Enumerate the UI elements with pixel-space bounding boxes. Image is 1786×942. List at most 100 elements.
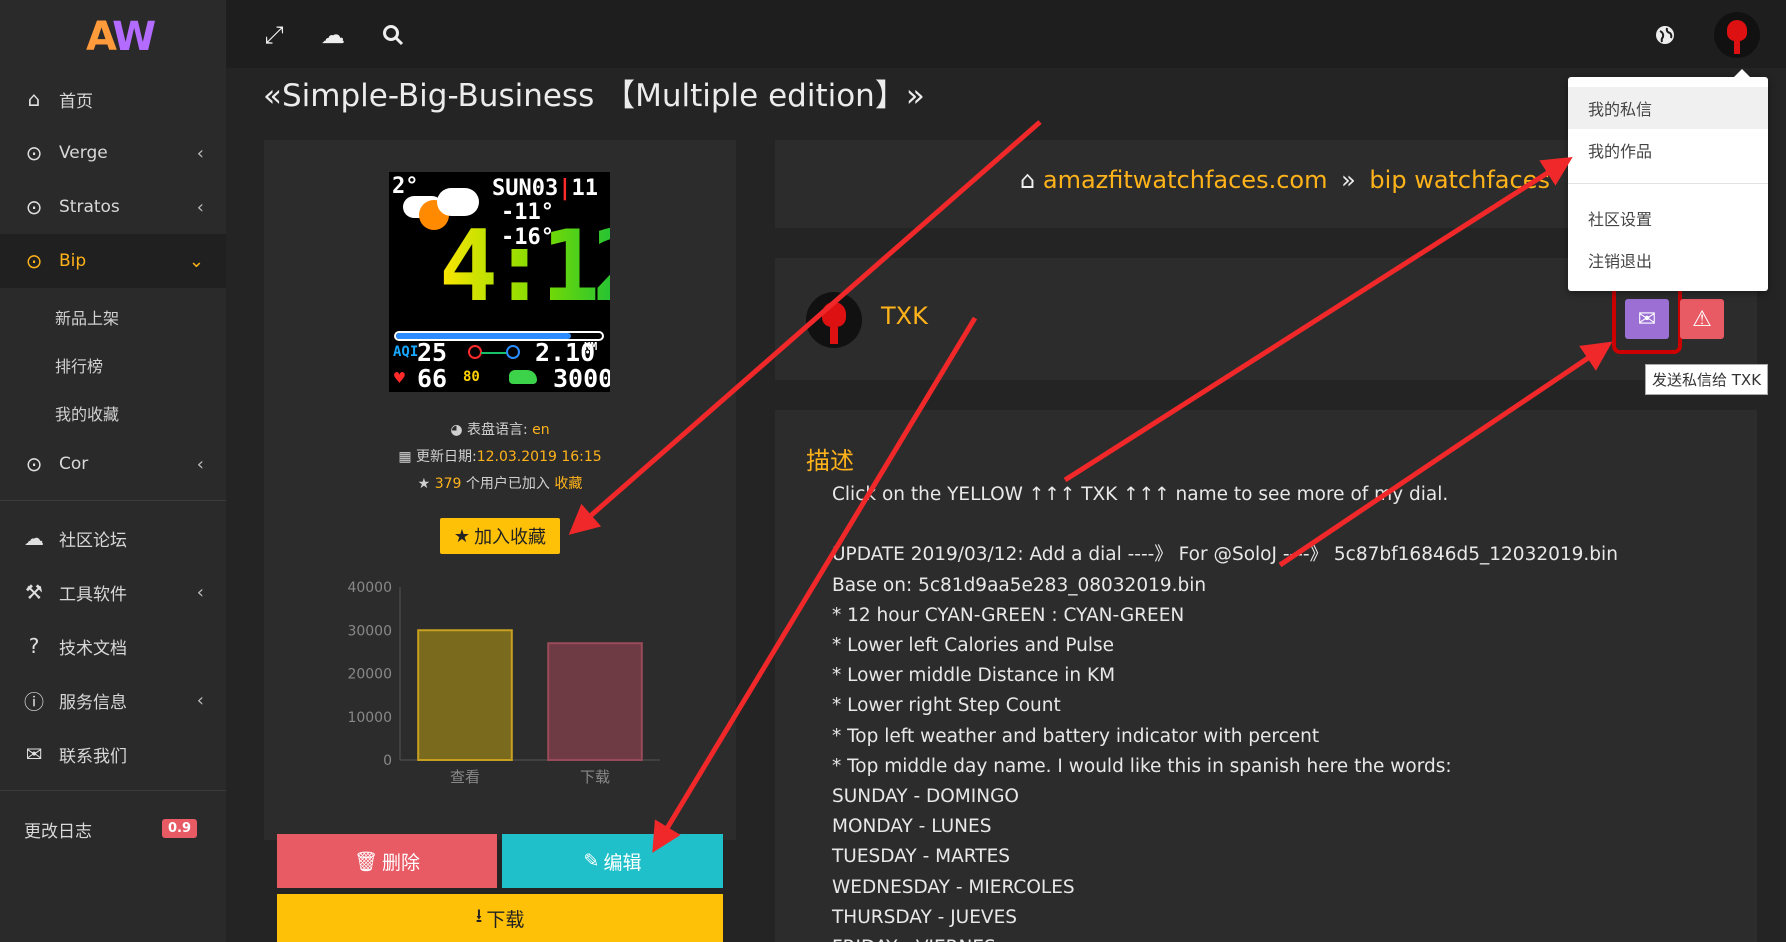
sidebar-item-docs[interactable]: ? 技术文档 xyxy=(0,619,226,673)
description-line: SUNDAY - DOMINGO xyxy=(832,786,1019,808)
sidebar-item-label: 工具软件 xyxy=(59,584,127,605)
sidebar-item-verge[interactable]: ⊙ Verge ‹ xyxy=(0,126,226,180)
menu-item-works[interactable]: 我的作品 xyxy=(1568,129,1768,171)
y-tick-label: 10000 xyxy=(347,710,392,726)
trash-icon: 🗑 xyxy=(353,850,379,873)
wrench-icon: ⚒ xyxy=(25,580,43,604)
description-line: TUESDAY - MARTES xyxy=(832,846,1011,868)
cloud-upload-icon[interactable]: ☁ xyxy=(318,20,348,50)
sidebar-item-contact[interactable]: ✉ 联系我们 xyxy=(0,727,226,781)
globe-icon[interactable] xyxy=(1650,20,1680,50)
description-line xyxy=(832,510,1732,540)
watch-temperature: 2° xyxy=(392,174,419,199)
chevron-left-icon: ‹ xyxy=(196,142,204,164)
add-favorite-button[interactable]: ★ 加入收藏 xyxy=(440,518,560,554)
menu-item-settings[interactable]: 社区设置 xyxy=(1568,197,1768,239)
sidebar-item-cor[interactable]: ⊙ Cor ‹ xyxy=(0,437,226,491)
description-line: * Lower left Calories and Pulse xyxy=(832,635,1115,657)
meta-language: ◕ 表盘语言: en xyxy=(450,422,550,438)
sidebar-subitem-ranking[interactable]: 排行榜 xyxy=(55,353,103,377)
description-line: MONDAY - LUNES xyxy=(832,816,992,838)
star-icon: ★ xyxy=(453,525,471,547)
chevron-left-icon: ‹ xyxy=(196,196,204,218)
sidebar-item-label: Cor xyxy=(59,454,89,474)
page-title: «Simple-Big-Business 【Multiple edition】» xyxy=(263,78,925,114)
divider xyxy=(0,500,226,501)
sidebar-item-label: 社区论坛 xyxy=(59,530,127,551)
menu-item-messages[interactable]: 我的私信 xyxy=(1568,87,1768,129)
envelope-icon: ✉ xyxy=(25,742,43,766)
chevron-down-icon: ⌄ xyxy=(188,250,204,272)
y-tick-label: 20000 xyxy=(347,667,392,683)
user-avatar[interactable] xyxy=(1714,12,1760,58)
watch-day: SUN03|11 xyxy=(492,176,598,201)
y-tick-label: 40000 xyxy=(347,580,392,596)
warning-icon: ⚠ xyxy=(1692,306,1712,332)
sidebar-item-stratos[interactable]: ⊙ Stratos ‹ xyxy=(0,180,226,234)
breadcrumb: ⌂ amazfitwatchfaces.com » bip watchfaces xyxy=(1020,166,1550,194)
chevron-left-icon: ‹ xyxy=(196,453,204,475)
sidebar-item-label: Stratos xyxy=(59,197,120,217)
sidebar-subitem-new[interactable]: 新品上架 xyxy=(55,305,119,329)
sidebar-subitem-favorites[interactable]: 我的收藏 xyxy=(55,401,119,425)
description-line: * Top left weather and battery indicator… xyxy=(832,725,1320,747)
y-tick-label: 30000 xyxy=(347,623,392,639)
meta-date: ▦ 更新日期:12.03.2019 16:15 xyxy=(398,449,602,465)
breadcrumb-site-link[interactable]: amazfitwatchfaces.com xyxy=(1043,166,1328,194)
sidebar-item-label: 技术文档 xyxy=(59,638,127,659)
shoe-icon xyxy=(509,370,537,384)
description-line: * Lower right Step Count xyxy=(832,695,1061,717)
map-pin-icon xyxy=(506,345,520,359)
chart-bar xyxy=(547,642,643,761)
watch-pulse: 66 xyxy=(417,364,448,392)
watch-calories: 80 xyxy=(463,369,480,385)
sidebar-item-label: 联系我们 xyxy=(59,746,127,767)
description-line: * Top middle day name. I would like this… xyxy=(832,755,1452,777)
home-icon: ⌂ xyxy=(1020,166,1036,194)
description-line: Base on: 5c81d9aa5e283_08032019.bin xyxy=(832,574,1207,596)
breadcrumb-section-link[interactable]: bip watchfaces xyxy=(1369,166,1550,194)
download-button[interactable]: ⭳ 下载 xyxy=(277,894,723,942)
sidebar-item-home[interactable]: ⌂ 首页 xyxy=(0,72,226,126)
comments-icon: ☁ xyxy=(24,526,44,550)
menu-item-logout[interactable]: 注销退出 xyxy=(1568,239,1768,281)
watch-aqi-label: AQI xyxy=(393,344,419,360)
circle-chevron-icon: ⊙ xyxy=(25,195,43,219)
edit-button[interactable]: ✎ 编辑 xyxy=(502,834,723,888)
expand-icon[interactable]: ⤢ xyxy=(259,20,289,50)
sidebar-item-forum[interactable]: ☁ 社区论坛 xyxy=(0,511,226,565)
user-dropdown-menu: 我的私信 我的作品 社区设置 注销退出 xyxy=(1568,69,1768,291)
search-icon[interactable] xyxy=(378,20,408,50)
calendar-icon: ▦ xyxy=(398,449,412,465)
sidebar-item-label: 首页 xyxy=(59,91,93,112)
heart-icon: ♥ xyxy=(394,368,405,389)
description-line: Click on the YELLOW ↑↑↑ TXK ↑↑↑ name to … xyxy=(832,484,1449,505)
sidebar-item-bip[interactable]: ⊙ Bip ⌄ xyxy=(0,234,226,288)
description-line: THURSDAY - JUEVES xyxy=(832,906,1017,928)
chevron-left-icon: ‹ xyxy=(196,689,204,711)
message-tooltip: 发送私信给 TXK xyxy=(1645,364,1769,395)
watch-time: 4:12 xyxy=(439,218,610,316)
send-message-button[interactable]: ✉ xyxy=(1625,299,1669,339)
x-tick-label: 下载 xyxy=(580,768,610,786)
map-pin-icon xyxy=(468,345,482,359)
double-chevron-icon: » xyxy=(1341,166,1356,194)
description-line: UPDATE 2019/03/12: Add a dial ----》 For … xyxy=(832,544,1618,566)
sidebar-item-label: 服务信息 xyxy=(59,692,127,713)
description-line: FRIDAY - VIERNES xyxy=(832,933,1732,942)
download-icon: ⭳ xyxy=(475,905,483,927)
question-icon: ? xyxy=(28,634,40,658)
description-line: WEDNESDAY - MIERCOLES xyxy=(832,876,1075,898)
envelope-icon: ✉ xyxy=(1637,306,1657,332)
sidebar-item-tools[interactable]: ⚒ 工具软件 ‹ xyxy=(0,565,226,619)
site-logo[interactable]: AW xyxy=(86,14,156,60)
divider xyxy=(1568,183,1768,184)
delete-button[interactable]: 🗑 删除 xyxy=(277,834,497,888)
star-icon: ★ xyxy=(417,476,431,492)
circle-chevron-icon: ⊙ xyxy=(25,141,43,165)
meta-users: ★ 379 个用户已加入 收藏 xyxy=(417,476,583,492)
sidebar-item-service[interactable]: ⓘ 服务信息 ‹ xyxy=(0,673,226,727)
author-avatar[interactable] xyxy=(806,292,862,348)
report-button[interactable]: ⚠ xyxy=(1680,299,1724,339)
author-name-link[interactable]: TXK xyxy=(881,302,928,330)
